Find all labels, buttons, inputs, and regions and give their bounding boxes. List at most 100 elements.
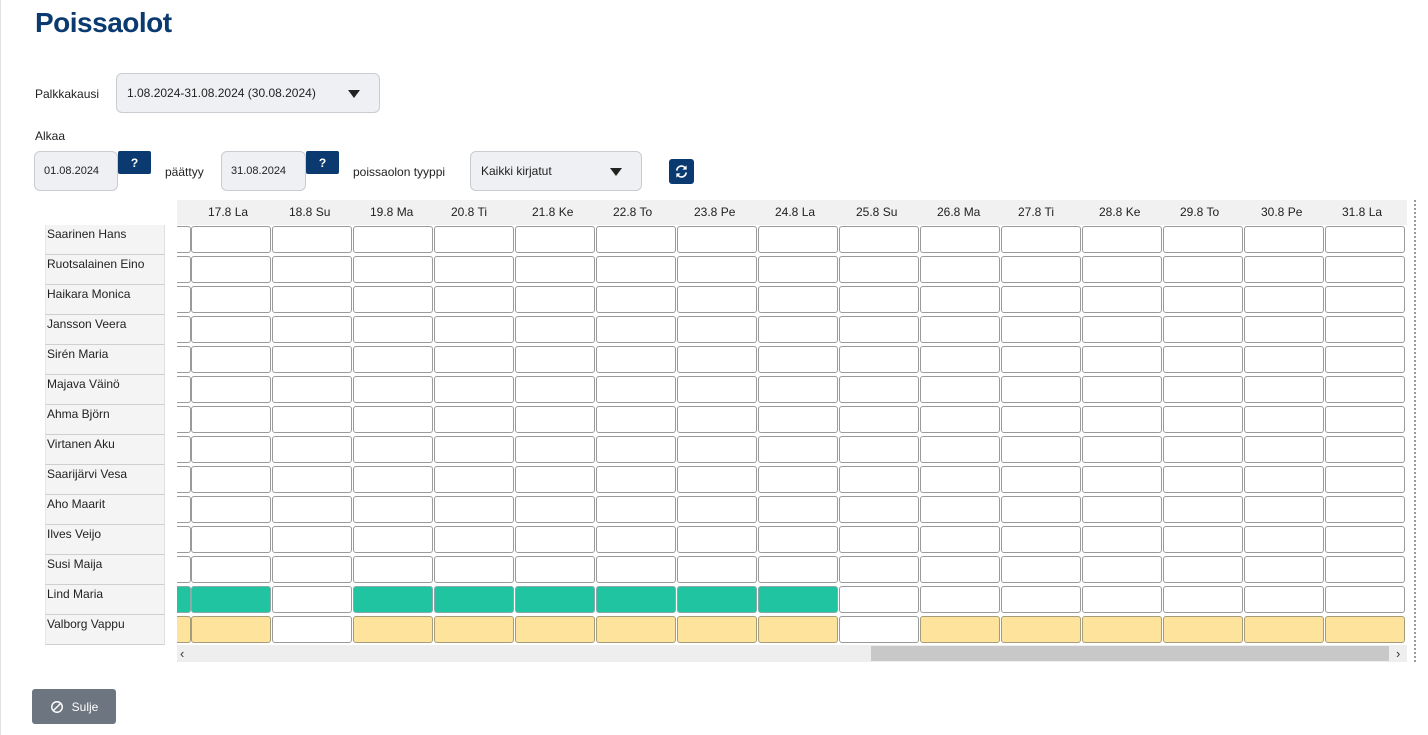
day-cell[interactable] — [596, 346, 676, 373]
day-cell[interactable] — [177, 226, 191, 253]
day-cell[interactable] — [177, 616, 191, 643]
day-cell[interactable] — [1001, 586, 1081, 613]
day-cell[interactable] — [1001, 436, 1081, 463]
day-cell[interactable] — [1325, 526, 1405, 553]
day-cell[interactable] — [677, 406, 757, 433]
day-cell[interactable] — [515, 436, 595, 463]
day-cell[interactable] — [434, 436, 514, 463]
day-cell[interactable] — [177, 526, 191, 553]
day-cell[interactable] — [1325, 286, 1405, 313]
day-cell[interactable] — [434, 526, 514, 553]
absence-cell[interactable] — [1001, 616, 1081, 643]
absence-cell[interactable] — [758, 616, 838, 643]
day-cell[interactable] — [839, 436, 919, 463]
end-help-button[interactable]: ? — [306, 151, 339, 174]
grid-resize-divider[interactable] — [1414, 200, 1416, 662]
day-cell[interactable] — [677, 316, 757, 343]
day-cell[interactable] — [191, 496, 271, 523]
day-cell[interactable] — [515, 496, 595, 523]
day-cell[interactable] — [1325, 436, 1405, 463]
day-cell[interactable] — [1244, 406, 1324, 433]
day-cell[interactable] — [191, 466, 271, 493]
absence-type-select[interactable]: Kaikki kirjatut — [470, 151, 642, 191]
day-cell[interactable] — [434, 556, 514, 583]
day-cell[interactable] — [353, 406, 433, 433]
day-cell[interactable] — [272, 616, 352, 643]
absence-cell[interactable] — [1082, 616, 1162, 643]
day-cell[interactable] — [177, 556, 191, 583]
day-cell[interactable] — [1244, 436, 1324, 463]
day-cell[interactable] — [191, 346, 271, 373]
day-cell[interactable] — [1082, 286, 1162, 313]
day-cell[interactable] — [1163, 526, 1243, 553]
absence-cell[interactable] — [920, 616, 1000, 643]
day-cell[interactable] — [434, 256, 514, 283]
absence-cell[interactable] — [1325, 616, 1405, 643]
absence-cell[interactable] — [353, 586, 433, 613]
day-cell[interactable] — [353, 376, 433, 403]
day-cell[interactable] — [677, 256, 757, 283]
day-cell[interactable] — [839, 616, 919, 643]
day-cell[interactable] — [353, 346, 433, 373]
day-cell[interactable] — [677, 346, 757, 373]
day-cell[interactable] — [177, 436, 191, 463]
day-cell[interactable] — [758, 256, 838, 283]
day-cell[interactable] — [596, 466, 676, 493]
day-cell[interactable] — [758, 376, 838, 403]
day-cell[interactable] — [515, 346, 595, 373]
day-cell[interactable] — [1001, 466, 1081, 493]
day-cell[interactable] — [920, 496, 1000, 523]
day-cell[interactable] — [920, 466, 1000, 493]
day-cell[interactable] — [272, 316, 352, 343]
day-cell[interactable] — [758, 466, 838, 493]
day-cell[interactable] — [434, 226, 514, 253]
day-cell[interactable] — [1082, 406, 1162, 433]
day-cell[interactable] — [191, 256, 271, 283]
scroll-right-icon[interactable]: › — [1396, 646, 1400, 661]
day-cell[interactable] — [272, 556, 352, 583]
start-date-input[interactable]: 01.08.2024 — [34, 151, 118, 191]
day-cell[interactable] — [1163, 406, 1243, 433]
day-cell[interactable] — [272, 226, 352, 253]
day-cell[interactable] — [1082, 526, 1162, 553]
day-cell[interactable] — [677, 436, 757, 463]
day-cell[interactable] — [272, 346, 352, 373]
day-cell[interactable] — [758, 286, 838, 313]
day-cell[interactable] — [515, 226, 595, 253]
day-cell[interactable] — [1325, 406, 1405, 433]
day-cell[interactable] — [1244, 226, 1324, 253]
day-cell[interactable] — [920, 556, 1000, 583]
day-cell[interactable] — [353, 466, 433, 493]
day-cell[interactable] — [515, 256, 595, 283]
scrollbar-thumb[interactable] — [871, 646, 1389, 661]
day-cell[interactable] — [758, 556, 838, 583]
day-cell[interactable] — [515, 406, 595, 433]
day-cell[interactable] — [1244, 556, 1324, 583]
day-cell[interactable] — [515, 316, 595, 343]
day-cell[interactable] — [839, 406, 919, 433]
day-cell[interactable] — [191, 406, 271, 433]
day-cell[interactable] — [177, 466, 191, 493]
day-cell[interactable] — [596, 556, 676, 583]
day-cell[interactable] — [1001, 316, 1081, 343]
day-cell[interactable] — [1082, 346, 1162, 373]
absence-cell[interactable] — [596, 616, 676, 643]
day-cell[interactable] — [177, 316, 191, 343]
day-cell[interactable] — [920, 376, 1000, 403]
day-cell[interactable] — [177, 376, 191, 403]
day-cell[interactable] — [1244, 496, 1324, 523]
day-cell[interactable] — [353, 286, 433, 313]
absence-cell[interactable] — [515, 616, 595, 643]
day-cell[interactable] — [758, 346, 838, 373]
day-cell[interactable] — [677, 496, 757, 523]
day-cell[interactable] — [515, 526, 595, 553]
day-cell[interactable] — [272, 436, 352, 463]
day-cell[interactable] — [920, 226, 1000, 253]
day-cell[interactable] — [1082, 436, 1162, 463]
day-cell[interactable] — [596, 436, 676, 463]
day-cell[interactable] — [434, 466, 514, 493]
day-cell[interactable] — [353, 556, 433, 583]
day-cell[interactable] — [1001, 286, 1081, 313]
day-cell[interactable] — [1325, 496, 1405, 523]
day-cell[interactable] — [515, 466, 595, 493]
